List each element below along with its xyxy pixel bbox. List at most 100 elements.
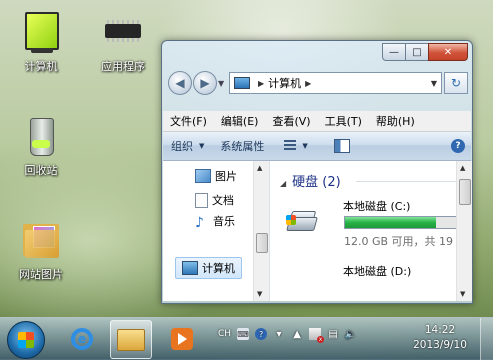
desktop-icon-website-images[interactable]: 网站图片	[5, 218, 77, 282]
scroll-up-icon[interactable]: ▲	[460, 164, 465, 172]
nav-scrollbar[interactable]: ▲ ▼	[253, 161, 269, 301]
back-button[interactable]: ◀	[168, 71, 192, 95]
desktop-icon-label: 网站图片	[19, 268, 63, 281]
chevron-down-icon: ▼	[302, 142, 308, 150]
taskbar-explorer-button[interactable]	[110, 320, 152, 359]
help-icon[interactable]: ?	[451, 139, 465, 153]
show-desktop-button[interactable]	[480, 318, 493, 360]
address-row: ◀ ▶ ▼ ▶ 计算机 ▶ ▼ ↻	[168, 71, 468, 95]
minimize-button[interactable]: —	[382, 43, 406, 61]
refresh-button[interactable]: ↻	[444, 72, 468, 94]
scrollbar-thumb[interactable]	[256, 233, 268, 253]
chip-icon	[103, 10, 143, 54]
breadcrumb-separator-icon[interactable]: ▶	[258, 79, 264, 88]
view-icon	[284, 140, 297, 152]
nav-item-label: 图片	[215, 170, 237, 183]
help-icon[interactable]: ?	[255, 328, 268, 340]
content-scrollbar[interactable]: ▲ ▼	[456, 161, 472, 301]
desktop-icon-computer[interactable]: 计算机	[5, 10, 77, 74]
clock-time: 14:22	[424, 324, 456, 336]
window-controls: — □ ✕	[382, 43, 468, 61]
explorer-window: — □ ✕ ◀ ▶ ▼ ▶ 计算机 ▶ ▼ ↻ 文件(F) 编辑(E) 查看(V…	[161, 40, 473, 304]
ime-indicator[interactable]: CH	[218, 329, 231, 339]
nav-item-music[interactable]: ♪ 音乐	[195, 213, 235, 231]
preview-pane-icon[interactable]	[333, 139, 350, 153]
system-tray: CH ⌨ ? ▾ ▲ x ▤ 🔈	[218, 328, 357, 343]
clock[interactable]: 14:22 2013/9/10	[410, 323, 470, 353]
scroll-up-icon[interactable]: ▲	[257, 164, 262, 172]
network-icon[interactable]: ▤	[327, 328, 339, 340]
desktop-icon-label: 计算机	[24, 60, 58, 73]
content-pane: ◢ 硬盘 (2) 本地磁盘 (C:) 12.0 GB 可用，共 19 本地磁盘 (…	[270, 161, 472, 301]
group-header-label: 硬盘 (2)	[292, 175, 341, 190]
system-properties-button[interactable]: 系统属性	[212, 138, 272, 154]
desktop-icon-label: 回收站	[24, 164, 58, 177]
nav-item-documents[interactable]: 文档	[195, 192, 234, 208]
nav-item-label: 音乐	[213, 215, 235, 228]
scroll-down-icon[interactable]: ▼	[257, 290, 262, 298]
scrollbar-thumb[interactable]	[459, 179, 471, 205]
ime-options-icon[interactable]: ▾	[273, 328, 285, 340]
music-icon: ♪	[195, 215, 204, 231]
organize-label: 组织	[171, 140, 193, 153]
action-center-flag-icon[interactable]: x	[309, 328, 325, 343]
start-button[interactable]	[7, 321, 45, 359]
nav-item-label: 计算机	[202, 262, 235, 275]
menu-file[interactable]: 文件(F)	[163, 113, 214, 129]
windows-logo-icon	[18, 332, 34, 348]
taskbar-ie-button[interactable]: e	[62, 320, 102, 357]
group-divider	[356, 181, 456, 182]
folder-icon	[117, 328, 145, 351]
menu-help[interactable]: 帮助(H)	[369, 113, 422, 129]
menu-edit[interactable]: 编辑(E)	[214, 113, 266, 129]
forward-button[interactable]: ▶	[193, 71, 217, 95]
recent-pages-dropdown[interactable]: ▼	[218, 79, 226, 88]
media-player-icon	[171, 327, 193, 350]
computer-icon	[21, 10, 61, 54]
hard-drive-icon[interactable]	[286, 211, 318, 231]
nav-item-pictures[interactable]: 图片	[195, 168, 237, 184]
nav-item-computer[interactable]: 计算机	[175, 257, 242, 279]
collapse-icon[interactable]: ◢	[280, 179, 286, 188]
chevron-down-icon: ▼	[199, 142, 205, 150]
clock-date: 2013/9/10	[413, 339, 467, 351]
drive-d-name[interactable]: 本地磁盘 (D:)	[343, 263, 411, 279]
keyboard-icon[interactable]: ⌨	[237, 328, 250, 340]
group-header-hard-disks[interactable]: ◢ 硬盘 (2)	[280, 171, 341, 190]
computer-icon	[234, 77, 250, 89]
taskbar: e CH ⌨ ? ▾ ▲ x ▤ 🔈 14:22 2013/9/10	[0, 317, 493, 360]
menu-bar: 文件(F) 编辑(E) 查看(V) 工具(T) 帮助(H)	[163, 111, 471, 132]
address-bar[interactable]: ▶ 计算机 ▶ ▼	[229, 72, 442, 94]
nav-item-label: 文档	[212, 194, 234, 207]
desktop-icon-applications[interactable]: 应用程序	[87, 10, 159, 74]
recycle-bin-icon	[21, 114, 61, 158]
menu-view[interactable]: 查看(V)	[265, 113, 317, 129]
drive-c-name[interactable]: 本地磁盘 (C:)	[343, 198, 410, 214]
address-dropdown-icon[interactable]: ▼	[431, 79, 437, 88]
scroll-down-icon[interactable]: ▼	[460, 290, 465, 298]
pictures-icon	[195, 169, 211, 183]
desktop-icon-label: 应用程序	[101, 60, 145, 73]
menu-tools[interactable]: 工具(T)	[318, 113, 369, 129]
show-hidden-icons-icon[interactable]: ▲	[291, 328, 303, 340]
drive-c-usage-bar	[344, 216, 460, 229]
organize-button[interactable]: 组织 ▼	[163, 138, 212, 154]
refresh-icon: ↻	[450, 76, 462, 90]
documents-icon	[195, 192, 208, 208]
maximize-button[interactable]: □	[405, 43, 429, 61]
command-bar: 组织 ▼ 系统属性 ▼ ?	[163, 132, 471, 161]
computer-icon	[182, 261, 198, 275]
change-view-button[interactable]: ▼	[272, 140, 315, 152]
taskbar-media-player-button[interactable]	[162, 320, 202, 357]
navigation-pane: 图片 文档 ♪ 音乐 计算机 ▲ ▼	[163, 161, 270, 301]
back-arrow-icon: ◀	[175, 76, 185, 90]
internet-explorer-icon: e	[71, 327, 93, 350]
desktop-icon-recycle-bin[interactable]: 回收站	[5, 114, 77, 178]
breadcrumb-separator-icon[interactable]: ▶	[305, 79, 311, 88]
breadcrumb-computer[interactable]: 计算机	[268, 75, 301, 91]
drive-c-free-space: 12.0 GB 可用，共 19	[344, 235, 454, 248]
folder-icon	[21, 218, 61, 262]
volume-icon[interactable]: 🔈	[345, 328, 357, 340]
close-button[interactable]: ✕	[428, 43, 468, 61]
forward-arrow-icon: ▶	[200, 76, 210, 90]
